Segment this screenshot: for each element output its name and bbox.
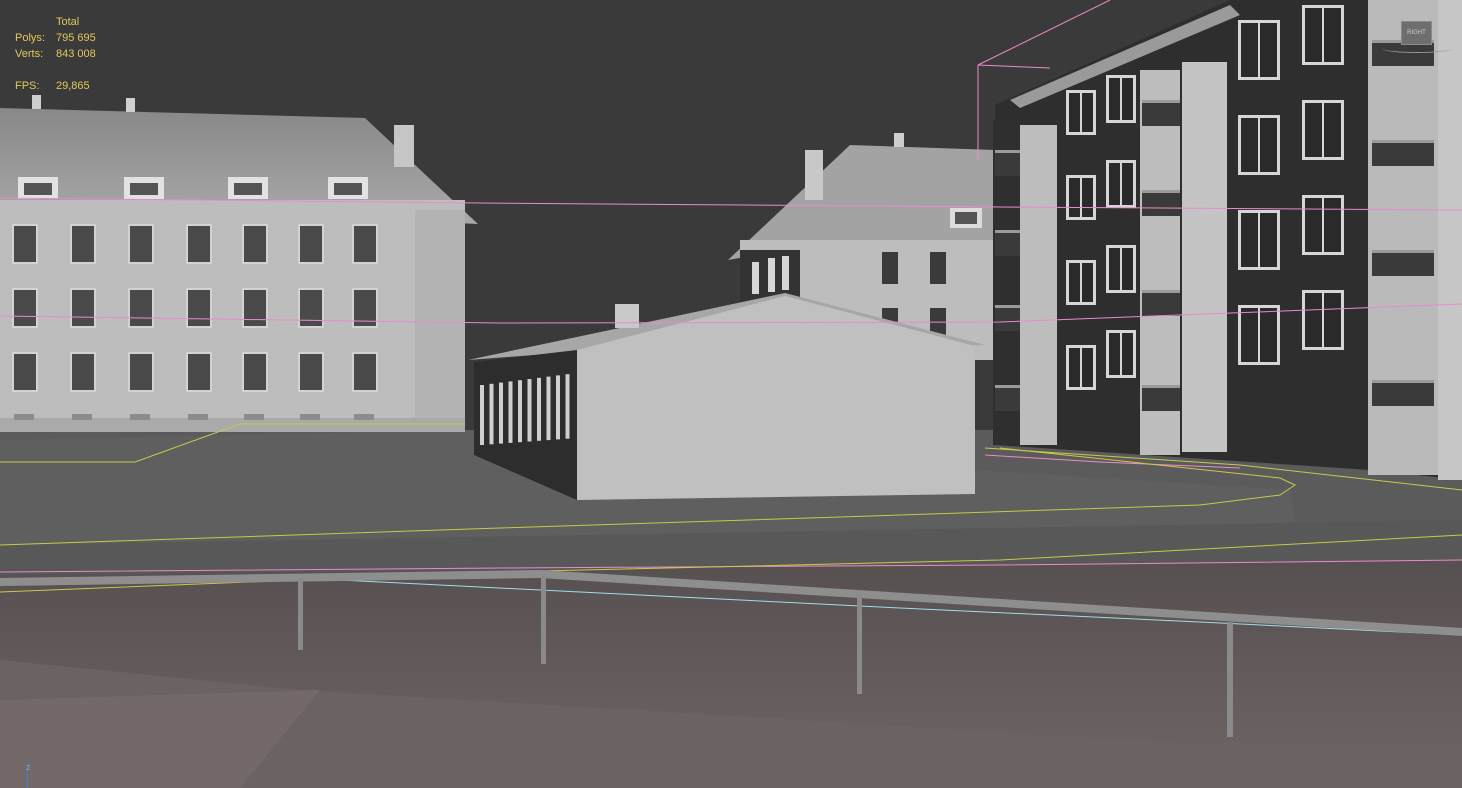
low-window [565, 374, 570, 439]
balcony-rail [995, 150, 1020, 153]
balcony-rail [1372, 140, 1434, 143]
balcony-rail [1142, 290, 1180, 293]
balcony-rail [995, 385, 1020, 388]
verts-value: 843 008 [56, 48, 96, 60]
verts-label: Verts: [15, 48, 44, 60]
balcony [1142, 385, 1180, 411]
window [188, 226, 210, 262]
balcony [995, 305, 1020, 331]
window [72, 354, 94, 390]
low-window [518, 380, 522, 443]
window-mullion [1080, 93, 1082, 132]
balcony [1372, 250, 1434, 276]
low-window [546, 376, 551, 441]
low-window [489, 383, 494, 445]
window [130, 354, 152, 390]
window [130, 290, 152, 326]
view-cube-icon[interactable]: RIGHT [1382, 19, 1452, 53]
balcony-rail [1142, 100, 1180, 103]
view-cube-label: RIGHT [1407, 30, 1426, 36]
window-mullion [1080, 178, 1082, 217]
window [300, 226, 322, 262]
balcony [1372, 140, 1434, 166]
fps-label: FPS: [15, 80, 40, 92]
z-axis-gizmo-icon: z [22, 760, 34, 788]
low-window [480, 385, 484, 445]
balcony [995, 385, 1020, 411]
fps-row: FPS: 29,865 [15, 78, 96, 94]
vent [72, 414, 92, 420]
window-mullion [1322, 103, 1324, 157]
window-mullion [1120, 78, 1122, 120]
window [72, 290, 94, 326]
low-window [537, 377, 541, 441]
low-window [499, 382, 503, 444]
window-mullion [1120, 163, 1122, 205]
window [300, 354, 322, 390]
balcony-rail [1142, 385, 1180, 388]
low-window [527, 379, 532, 442]
3d-viewport[interactable]: Total Polys: 795 695 Verts: 843 008 FPS:… [0, 0, 1462, 788]
balcony-rail [1372, 250, 1434, 253]
window-mullion [1322, 8, 1324, 62]
window-mullion [1080, 348, 1082, 387]
stats-header-row: Total [15, 14, 96, 30]
z-axis-line [27, 772, 28, 788]
vent [300, 414, 320, 420]
window [188, 354, 210, 390]
view-cube-ring[interactable] [1382, 44, 1452, 53]
balcony [1372, 380, 1434, 406]
z-axis-label: z [26, 762, 31, 772]
window [14, 290, 36, 326]
viewport-statistics: Total Polys: 795 695 Verts: 843 008 FPS:… [15, 14, 96, 94]
window-mullion [1080, 263, 1082, 302]
window [14, 354, 36, 390]
polys-label: Polys: [15, 32, 45, 44]
polys-value: 795 695 [56, 32, 96, 44]
window [14, 226, 36, 262]
vent [244, 414, 264, 420]
vent [354, 414, 374, 420]
balcony [1142, 100, 1180, 126]
window-mullion [1322, 293, 1324, 347]
vent [14, 414, 34, 420]
window-mullion [1120, 248, 1122, 290]
scene-render[interactable] [0, 0, 1462, 788]
window [72, 226, 94, 262]
window-mullion [1322, 198, 1324, 252]
window [188, 290, 210, 326]
window [244, 226, 266, 262]
window-mullion [1120, 333, 1122, 375]
balcony [1142, 290, 1180, 316]
window [130, 226, 152, 262]
window [354, 226, 376, 262]
balcony-rail [1372, 380, 1434, 383]
window [354, 354, 376, 390]
low-window [556, 375, 560, 440]
stats-header: Total [56, 16, 80, 28]
window-mullion [1258, 213, 1260, 267]
window-mullion [1258, 118, 1260, 172]
vent [130, 414, 150, 420]
dormer-window [24, 183, 52, 195]
fps-value: 29,865 [56, 80, 90, 92]
view-cube-face[interactable]: RIGHT [1401, 21, 1432, 45]
window-mullion [1258, 23, 1260, 77]
window [244, 290, 266, 326]
polys-row: Polys: 795 695 [15, 30, 96, 46]
dormer-window [130, 183, 158, 195]
verts-row: Verts: 843 008 [15, 46, 96, 62]
dormer-window [334, 183, 362, 195]
window-mullion [1258, 308, 1260, 362]
vent [188, 414, 208, 420]
balcony-rail [995, 230, 1020, 233]
low-window [508, 381, 513, 443]
balcony [1142, 190, 1180, 216]
balcony [995, 150, 1020, 176]
dormer-window [234, 183, 262, 195]
balcony-rail [1142, 190, 1180, 193]
balcony-rail [995, 305, 1020, 308]
balcony [995, 230, 1020, 256]
window [244, 354, 266, 390]
